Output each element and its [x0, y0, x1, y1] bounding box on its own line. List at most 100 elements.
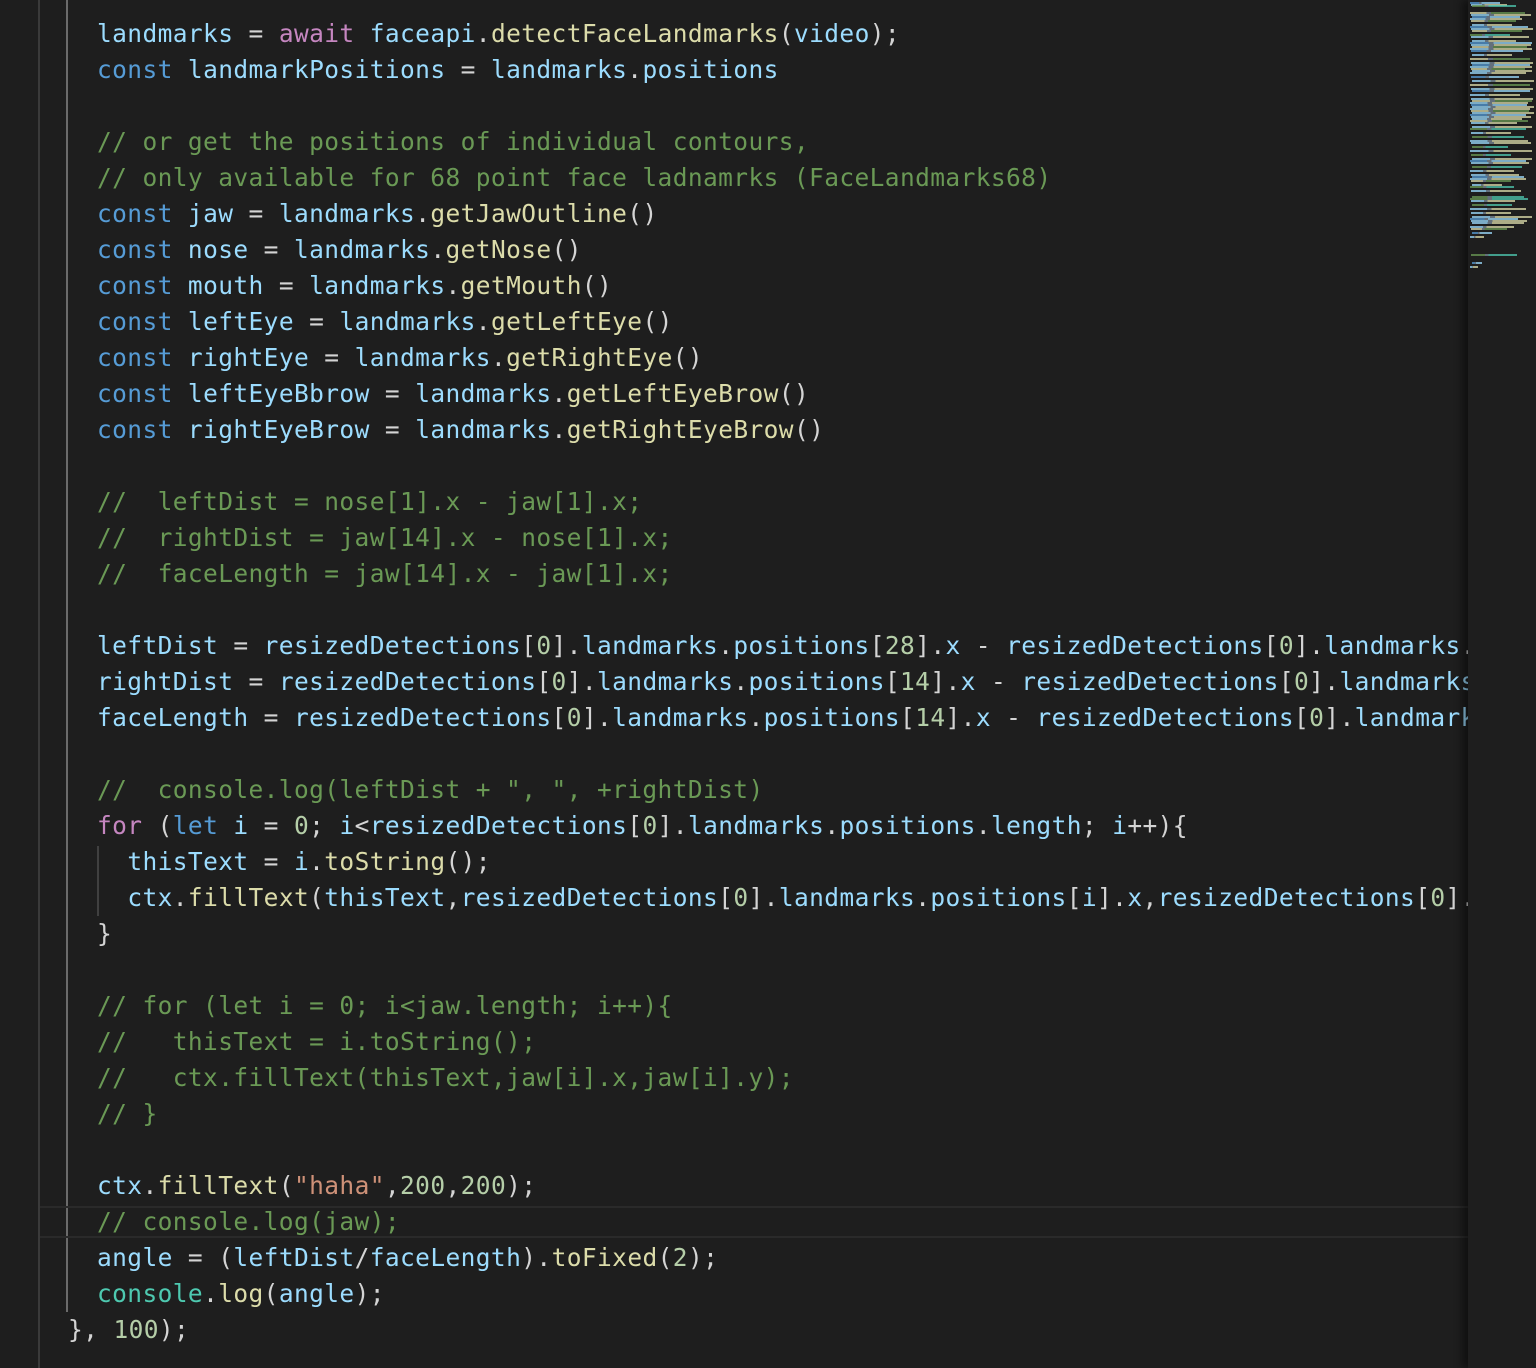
minimap[interactable]	[1468, 0, 1536, 1368]
code-token: 2	[672, 1243, 688, 1272]
code-token: .	[915, 883, 931, 912]
code-token: .	[430, 235, 446, 264]
minimap-line	[1472, 232, 1492, 234]
minimap-line	[1470, 266, 1478, 268]
code-token: (	[278, 1171, 294, 1200]
code-token: // or get the positions of individual co…	[97, 127, 810, 156]
code-line[interactable]: const mouth = landmarks.getMouth()	[97, 268, 612, 304]
code-line[interactable]: const rightEyeBrow = landmarks.getRightE…	[97, 412, 824, 448]
code-token: .	[490, 343, 507, 372]
code-token: 0	[733, 883, 749, 912]
minimap-line	[1472, 54, 1512, 56]
code-line[interactable]: // rightDist = jaw[14].x - nose[1].x;	[97, 520, 673, 556]
code-line[interactable]: // ctx.fillText(thisText,jaw[i].x,jaw[i]…	[97, 1060, 794, 1096]
code-line[interactable]: thisText = i.toString();	[97, 844, 491, 880]
code-token: landmarks	[687, 811, 825, 840]
code-token: const	[97, 235, 173, 264]
code-token: landmarks	[490, 55, 628, 84]
code-line[interactable]: leftDist = resizedDetections[0].landmark…	[97, 628, 1468, 664]
code-line[interactable]: ctx.fillText("haha",200,200);	[97, 1168, 536, 1204]
code-token: .	[309, 847, 325, 876]
code-token: leftEyeBbrow	[187, 379, 370, 408]
code-token: landmarks	[293, 235, 431, 264]
code-token: 0	[1430, 883, 1446, 912]
code-token: // for (let i = 0; i<jaw.length; i++){	[97, 991, 673, 1020]
code-line[interactable]: rightDist = resizedDetections[0].landmar…	[97, 664, 1468, 700]
code-token: // }	[97, 1099, 158, 1128]
code-token: // console.log(jaw);	[97, 1207, 401, 1236]
code-line[interactable]: // console.log(jaw);	[97, 1204, 400, 1240]
code-token: // only available for 68 point face ladn…	[97, 163, 1052, 192]
code-token: landmarks	[354, 343, 491, 372]
code-token: landmarks	[612, 703, 749, 732]
code-token: const	[97, 199, 173, 228]
code-token: // console.log(leftDist + ", ", +rightDi…	[97, 775, 764, 804]
code-line[interactable]: }, 100);	[68, 1312, 189, 1348]
code-line[interactable]: // }	[97, 1096, 158, 1132]
code-area[interactable]: landmarks = await faceapi.detectFaceLand…	[0, 0, 1468, 1368]
code-token: 0	[1293, 667, 1310, 696]
code-token: );	[869, 19, 901, 48]
code-token: faceLength	[97, 703, 249, 732]
code-token: rightEye	[187, 343, 310, 372]
code-line[interactable]: // only available for 68 point face ladn…	[97, 160, 1051, 196]
code-token: resizedDetections	[460, 883, 719, 912]
code-token: 14	[900, 667, 931, 696]
minimap-line	[1470, 150, 1532, 152]
code-token: -	[975, 667, 1022, 696]
code-token: ].	[1097, 883, 1128, 912]
code-editor[interactable]: landmarks = await faceapi.detectFaceLand…	[0, 0, 1536, 1368]
code-token: .	[475, 307, 491, 336]
code-token: 0	[551, 667, 567, 696]
code-line[interactable]: for (let i = 0; i<resizedDetections[0].l…	[97, 808, 1188, 844]
code-token: ].	[551, 631, 582, 660]
code-token: [	[900, 703, 916, 732]
code-token: ].	[1309, 667, 1340, 696]
code-token: getLeftEye	[490, 307, 643, 336]
code-line[interactable]: const rightEye = landmarks.getRightEye()	[97, 340, 703, 376]
code-token: ()	[627, 199, 658, 228]
minimap-line	[1471, 142, 1531, 144]
code-token: getMouth	[460, 271, 582, 300]
code-token: .	[551, 415, 567, 444]
code-line[interactable]: ctx.fillText(thisText,resizedDetections[…	[97, 880, 1468, 916]
code-token: .	[975, 811, 991, 840]
code-line[interactable]: const landmarkPositions = landmarks.posi…	[97, 52, 779, 88]
code-token: .	[733, 667, 749, 696]
code-token: fillText	[187, 883, 310, 912]
code-token: faceLength	[369, 1243, 522, 1272]
code-token: [	[1263, 631, 1279, 660]
code-token: await	[278, 19, 355, 48]
code-line[interactable]: // or get the positions of individual co…	[97, 124, 809, 160]
code-token: .	[627, 55, 643, 84]
minimap-line	[1471, 50, 1523, 52]
code-line[interactable]: const jaw = landmarks.getJawOutline()	[97, 196, 658, 232]
code-token: (	[263, 1279, 279, 1308]
code-line[interactable]: const nose = landmarks.getNose()	[97, 232, 582, 268]
code-line[interactable]: // for (let i = 0; i<jaw.length; i++){	[97, 988, 673, 1024]
code-token: ()	[778, 379, 810, 408]
code-line[interactable]: angle = (leftDist/faceLength).toFixed(2)…	[97, 1240, 718, 1276]
code-token: 200	[400, 1171, 446, 1200]
code-line[interactable]: faceLength = resizedDetections[0].landma…	[97, 700, 1468, 736]
code-line[interactable]: }	[97, 916, 112, 952]
code-line[interactable]: const leftEye = landmarks.getLeftEye()	[97, 304, 673, 340]
code-token: .	[718, 631, 734, 660]
code-token: positions	[748, 667, 885, 696]
code-line[interactable]: // console.log(leftDist + ", ", +rightDi…	[97, 772, 764, 808]
code-line[interactable]: console.log(angle);	[97, 1276, 385, 1312]
minimap-line	[1471, 132, 1511, 134]
code-token: (	[309, 883, 325, 912]
code-line[interactable]: // thisText = i.toString();	[97, 1024, 536, 1060]
code-line[interactable]: landmarks = await faceapi.detectFaceLand…	[97, 16, 900, 52]
code-token: .	[824, 811, 840, 840]
code-token: ()	[642, 307, 673, 336]
minimap-line	[1472, 166, 1522, 168]
code-line[interactable]: // faceLength = jaw[14].x - jaw[1].x;	[97, 556, 673, 592]
code-token: =	[233, 199, 279, 228]
code-line[interactable]: // leftDist = nose[1].x - jaw[1].x;	[97, 484, 642, 520]
code-token: [	[1278, 667, 1294, 696]
code-line[interactable]: const leftEyeBbrow = landmarks.getLeftEy…	[97, 376, 809, 412]
